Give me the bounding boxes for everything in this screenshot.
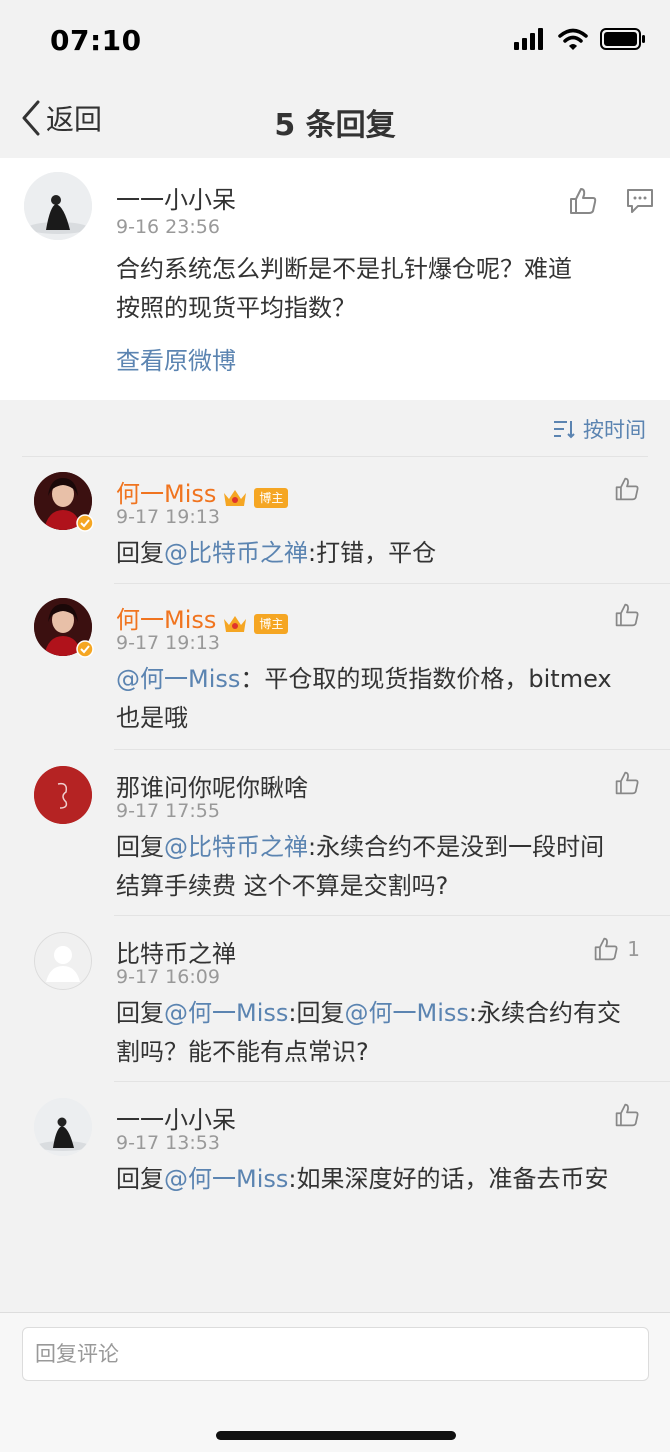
reply-body: :永续合约不是没到一段时间	[308, 833, 605, 861]
sort-icon	[554, 421, 575, 439]
reply-prefix: 回复	[116, 1165, 164, 1193]
reply-item: 何一Miss 博主 9-17 19:13 回复@比特币之禅:打错，平仓	[0, 456, 670, 584]
reply-time: 9-17 16:09	[116, 966, 220, 988]
comment-icon	[627, 189, 653, 213]
reply-username[interactable]: 何一Miss	[116, 480, 216, 508]
reply-header: 何一Miss 博主	[116, 600, 289, 635]
reply-item: 比特币之禅 9-17 16:09 1 回复@何一Miss:回复@何一Miss:永…	[0, 916, 670, 1082]
status-icons	[514, 28, 646, 50]
mention-link[interactable]: @比特币之禅	[164, 833, 308, 861]
nav-bar: 5 条回复 返回	[0, 80, 670, 158]
sort-label: 按时间	[583, 418, 646, 442]
mention-link[interactable]: @何一Miss	[164, 1165, 288, 1193]
reply-body: 也是哦	[116, 704, 188, 732]
crown-icon	[224, 489, 247, 506]
comment-button[interactable]	[626, 188, 654, 214]
reply-header: 何一Miss 博主	[116, 474, 289, 509]
reply-item: 何一Miss 博主 9-17 19:13 @何一Miss：平仓取的现货指数价格，b…	[0, 584, 670, 750]
back-label: 返回	[46, 103, 103, 136]
reply-body: 结算手续费 这个不算是交割吗?	[116, 872, 449, 900]
verified-badge-icon	[76, 640, 94, 658]
thumbs-up-icon	[594, 937, 618, 961]
reply-username[interactable]: 一一小小呆	[116, 1100, 236, 1135]
reply-item: 一一小小呆 9-17 13:53 回复@何一Miss:如果深度好的话，准备去币安	[0, 1082, 670, 1230]
host-badge: 博主	[254, 487, 289, 508]
main-comment-card: 一一小小呆 9-16 23:56 合约系统怎么判断是不是扎针爆仓呢？难道 按照的…	[0, 158, 670, 400]
thumbs-up-icon	[615, 477, 639, 501]
reply-body: :永续合约有交	[468, 999, 621, 1027]
home-indicator[interactable]	[216, 1431, 456, 1440]
like-button[interactable]: 1	[593, 936, 640, 962]
verified-badge-icon	[76, 514, 94, 532]
sort-toggle[interactable]: 按时间	[553, 414, 646, 444]
reply-body: 割吗？能不能有点常识?	[116, 1038, 369, 1066]
comment-time: 9-16 23:56	[116, 216, 220, 238]
avatar[interactable]	[24, 172, 92, 240]
reply-text: 回复@何一Miss:回复@何一Miss:永续合约有交 割吗？能不能有点常识?	[116, 994, 646, 1072]
reply-text: 回复@比特币之禅:永续合约不是没到一段时间 结算手续费 这个不算是交割吗?	[116, 828, 646, 906]
status-bar: 07:10	[0, 0, 670, 80]
like-button[interactable]	[614, 1102, 640, 1128]
comment-text-line: 按照的现货平均指数？	[116, 294, 356, 322]
like-button[interactable]	[614, 602, 640, 628]
reply-prefix: 回复	[116, 999, 164, 1027]
reply-text: 回复@比特币之禅:打错，平仓	[116, 534, 646, 573]
reply-body: :回复	[288, 999, 345, 1027]
crown-icon	[224, 615, 247, 632]
like-button[interactable]	[614, 770, 640, 796]
reply-item: 那谁问你呢你瞅啥 9-17 17:55 回复@比特币之禅:永续合约不是没到一段时…	[0, 750, 670, 916]
reply-username[interactable]: 比特币之禅	[116, 934, 236, 969]
mention-link[interactable]: @何一Miss	[116, 665, 240, 693]
avatar[interactable]	[34, 1098, 92, 1156]
avatar[interactable]	[34, 932, 92, 990]
like-count: 1	[627, 937, 640, 961]
reply-time: 9-17 19:13	[116, 632, 220, 654]
reply-username[interactable]: 那谁问你呢你瞅啥	[116, 768, 308, 803]
reply-username[interactable]: 何一Miss	[116, 606, 216, 634]
reply-footer	[0, 1312, 670, 1452]
reply-time: 9-17 13:53	[116, 1132, 220, 1154]
comment-text-line: 合约系统怎么判断是不是扎针爆仓呢？难道	[116, 255, 572, 283]
comment-text: 合约系统怎么判断是不是扎针爆仓呢？难道 按照的现货平均指数？	[116, 250, 656, 328]
chevron-left-icon	[22, 100, 40, 136]
host-badge: 博主	[254, 613, 289, 634]
battery-icon	[600, 28, 645, 50]
reply-text: @何一Miss：平仓取的现货指数价格，bitmex 也是哦	[116, 660, 646, 738]
back-button[interactable]: 返回	[20, 98, 102, 138]
thumbs-up-icon	[615, 603, 639, 627]
mention-link[interactable]: @何一Miss	[164, 999, 288, 1027]
wifi-icon	[558, 28, 588, 50]
reply-body: :打错，平仓	[308, 539, 437, 567]
reply-body: ：平仓取的现货指数价格，bitmex	[240, 665, 612, 693]
avatar[interactable]	[34, 766, 92, 824]
reply-prefix: 回复	[116, 833, 164, 861]
reply-prefix: 回复	[116, 539, 164, 567]
reply-body: :如果深度好的话，准备去币安	[288, 1165, 609, 1193]
comment-username[interactable]: 一一小小呆	[116, 180, 236, 215]
mention-link[interactable]: @比特币之禅	[164, 539, 308, 567]
view-original-link[interactable]: 查看原微博	[116, 342, 236, 381]
status-time: 07:10	[50, 24, 142, 57]
like-button[interactable]	[614, 476, 640, 502]
thumbs-up-icon	[615, 771, 639, 795]
reply-time: 9-17 19:13	[116, 506, 220, 528]
reply-input[interactable]	[22, 1327, 649, 1381]
like-button[interactable]	[568, 186, 598, 216]
reply-text: 回复@何一Miss:如果深度好的话，准备去币安	[116, 1160, 646, 1199]
signal-icon	[514, 28, 543, 50]
thumbs-up-icon	[615, 1103, 639, 1127]
mention-link[interactable]: @何一Miss	[344, 999, 468, 1027]
thumbs-up-icon	[570, 188, 597, 214]
reply-time: 9-17 17:55	[116, 800, 220, 822]
